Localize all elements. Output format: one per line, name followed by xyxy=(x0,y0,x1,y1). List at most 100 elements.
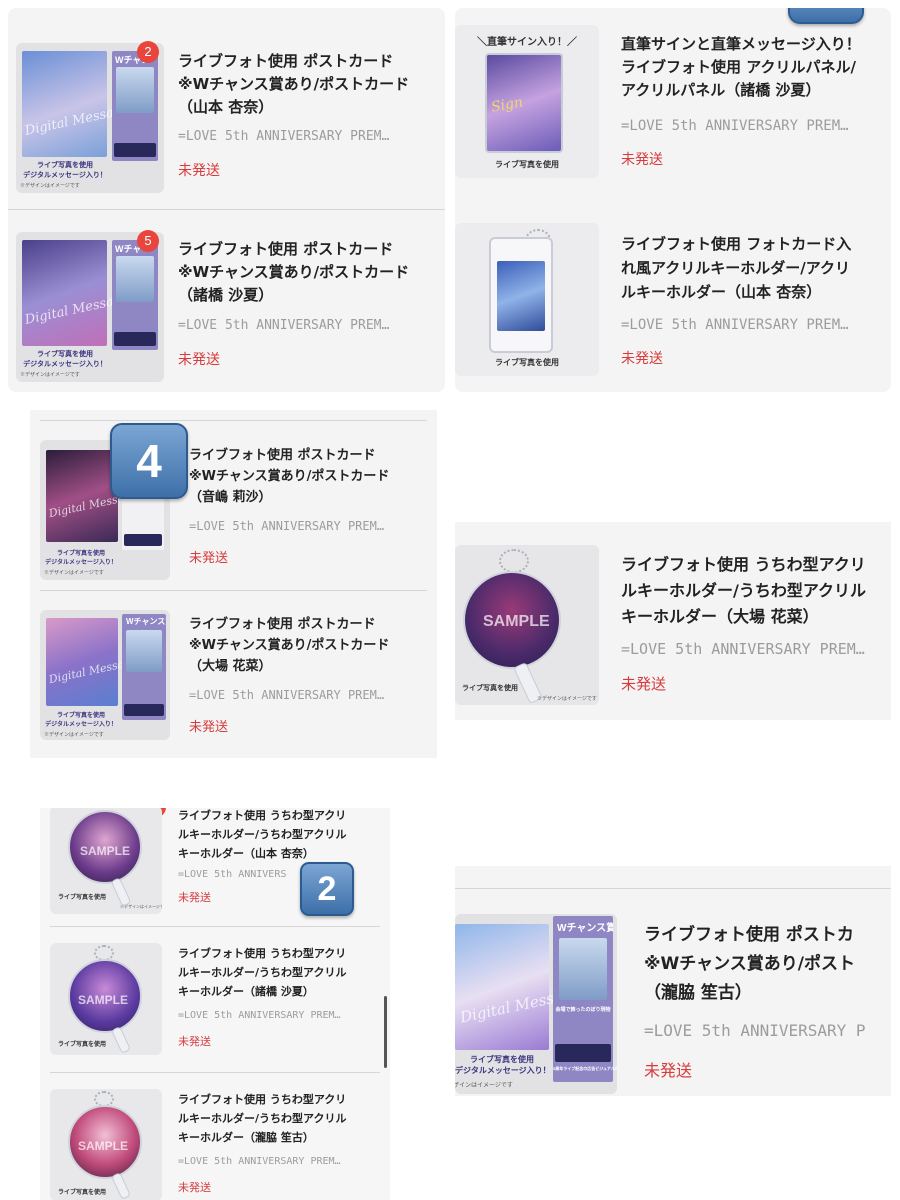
order-item[interactable]: SAMPLE ライブ写真を使用 ※デザインはイメージです ライブフォト使用 うち… xyxy=(40,808,390,926)
sample-watermark: SAMPLE xyxy=(78,993,129,1007)
item-subtitle: =LOVE 5th ANNIVERSARY PREM… xyxy=(178,129,390,144)
design-note: ※デザインはイメージです xyxy=(120,904,162,909)
item-subtitle: =LOVE 5th ANNIVERS xyxy=(178,869,287,880)
item-title[interactable]: ライブフォト使用 ポストカ ※Wチャンス賞あり/ポスト （瀧脇 笙古） xyxy=(644,921,855,1008)
product-thumbnail: ＼直筆サイン入り！／ Sign ライブ写真を使用 xyxy=(455,25,599,178)
notification-badge: 5 xyxy=(137,230,159,252)
postcard-photo xyxy=(455,924,549,1050)
item-title[interactable]: ライブフォト使用 フォトカード入 れ風アクリルキーホルダー/アクリ ルキーホルダ… xyxy=(621,232,851,304)
order-item[interactable]: Digital Message ライブ写真を使用 デジタルメッセージ入り！ ※デ… xyxy=(30,421,437,589)
sample-watermark: SAMPLE xyxy=(78,1139,129,1153)
chance-photo xyxy=(116,256,154,302)
item-title[interactable]: 直筆サインと直筆メッセージ入り！ ライブフォト使用 アクリルパネル/ アクリルパ… xyxy=(621,33,861,102)
product-thumbnail: Digital Message Wチャン ライブ写真を使用 デジタルメッセージ入… xyxy=(16,43,164,193)
item-title[interactable]: ライブフォト使用 うちわ型アクリ ルキーホルダー/うちわ型アクリル キーホルダー… xyxy=(178,808,346,863)
photo-caption: ライブ写真を使用 xyxy=(56,713,105,719)
keycap-2-emoji: 2 xyxy=(300,862,354,916)
keyring xyxy=(499,549,529,573)
item-subtitle: =LOVE 5th ANNIVERSARY PREM… xyxy=(189,519,385,533)
order-item[interactable]: SAMPLE ライブ写真を使用 ライブフォト使用 うちわ型アクリ ルキーホルダー… xyxy=(40,927,390,1072)
photo-caption-2: デジタルメッセージ入り！ xyxy=(23,172,107,179)
order-item[interactable]: Digital Message Wチャン ライブ写真を使用 デジタルメッセージ入… xyxy=(8,8,445,208)
chance-photo xyxy=(116,67,154,113)
shipping-status: 未発送 xyxy=(178,891,211,904)
poster-note: 5周年ライブ記念の広告ビジュアルのポスター xyxy=(553,1066,617,1071)
shipping-status: 未発送 xyxy=(178,352,220,368)
postcard-photo xyxy=(22,51,107,157)
chance-label: Wチャンス賞 xyxy=(557,923,613,934)
notification-badge: 2 xyxy=(137,41,159,63)
poster-thumb xyxy=(124,704,164,716)
photo-caption: ライブ写真を使用 xyxy=(495,358,559,367)
shipping-status: 未発送 xyxy=(621,351,663,367)
design-note: ※デザインはイメージです xyxy=(455,1083,513,1089)
order-item[interactable]: SAMPLE ライブ写真を使用 ※デザインはイメージです ライブフォト使用 うち… xyxy=(455,522,891,720)
photo-caption-2: デジタルメッセージ入り！ xyxy=(45,560,117,566)
product-thumbnail: Digital Message Wチャンス賞 ライブ写真を使用 デジタルメッセー… xyxy=(40,610,170,740)
chance-photo xyxy=(559,938,607,1000)
design-note: ※デザインはイメージです xyxy=(537,696,597,702)
product-thumbnail: SAMPLE ライブ写真を使用 ※デザインはイメージです xyxy=(455,545,599,705)
poster-thumb xyxy=(124,534,162,546)
item-title[interactable]: ライブフォト使用 ポストカード ※Wチャンス賞あり/ポストカード （諸橋 沙夏） xyxy=(178,238,409,307)
sample-watermark: SAMPLE xyxy=(80,844,131,858)
sample-watermark: SAMPLE xyxy=(483,613,550,630)
design-note: ※デザインはイメージです xyxy=(44,570,104,576)
order-item[interactable]: Digital Message Wチャンス賞 ライブ写真を使用 デジタルメッセー… xyxy=(30,591,437,758)
photo-caption: ライブ写真を使用 xyxy=(470,1055,534,1064)
product-thumbnail: ライブ写真を使用 xyxy=(455,223,599,376)
photo-caption-2: デジタルメッセージ入り！ xyxy=(455,1066,551,1075)
order-panel-postcards-2: Digital Message ライブ写真を使用 デジタルメッセージ入り！ ※デ… xyxy=(30,410,437,758)
item-subtitle: =LOVE 5th ANNIVERSARY PREM… xyxy=(178,318,390,333)
order-item[interactable]: Digital Message Wチャンス賞 会場で飾ったのぼり現物 5周年ライ… xyxy=(455,889,891,1096)
photo-caption: ライブ写真を使用 xyxy=(57,1190,106,1196)
item-title[interactable]: ライブフォト使用 ポストカード ※Wチャンス賞あり/ポストカード （大場 花菜） xyxy=(189,614,389,677)
photo-caption-2: デジタルメッセージ入り！ xyxy=(45,722,117,728)
shipping-status: 未発送 xyxy=(178,1035,211,1048)
poster-thumb xyxy=(114,332,156,346)
item-subtitle: =LOVE 5th ANNIVERSARY PREM… xyxy=(189,688,385,702)
item-title[interactable]: ライブフォト使用 うちわ型アクリ ルキーホルダー/うちわ型アクリル キーホルダー… xyxy=(178,1090,346,1147)
item-title[interactable]: ライブフォト使用 ポストカード ※Wチャンス賞あり/ポストカード （音嶋 莉沙） xyxy=(189,445,389,508)
product-thumbnail: SAMPLE ライブ写真を使用 ※デザインはイメージです xyxy=(50,808,162,914)
photo-caption: ライブ写真を使用 xyxy=(57,895,106,901)
design-note: ※デザインはイメージです xyxy=(44,732,104,738)
keychain-photo xyxy=(497,261,545,331)
item-subtitle: =LOVE 5th ANNIVERSARY PREM… xyxy=(621,640,865,658)
chance-photo xyxy=(126,630,162,672)
sign-caption: ＼直筆サイン入り！／ xyxy=(477,37,577,48)
venue-note: 会場で飾ったのぼり現物 xyxy=(555,1007,611,1013)
photo-caption: ライブ写真を使用 xyxy=(495,160,559,169)
order-item[interactable]: Digital Message Wチャ ライブ写真を使用 デジタルメッセージ入り… xyxy=(8,210,445,392)
product-thumbnail: Digital Message Wチャ ライブ写真を使用 デジタルメッセージ入り… xyxy=(16,232,164,382)
order-panel-acrylic: ＼直筆サイン入り！／ Sign ライブ写真を使用 直筆サインと直筆メッセージ入り… xyxy=(455,8,891,392)
item-subtitle: =LOVE 5th ANNIVERSARY P xyxy=(644,1021,866,1040)
item-title[interactable]: ライブフォト使用 ポストカード ※Wチャンス賞あり/ポストカード （山本 杏奈） xyxy=(178,50,409,119)
item-subtitle: =LOVE 5th ANNIVERSARY PREM… xyxy=(178,1010,341,1021)
item-subtitle: =LOVE 5th ANNIVERSARY PREM… xyxy=(178,1156,341,1167)
photo-caption-2: デジタルメッセージ入り！ xyxy=(23,361,107,368)
item-title[interactable]: ライブフォト使用 うちわ型アクリ ルキーホルダー/うちわ型アクリル キーホルダー… xyxy=(178,944,346,1001)
design-note: ※デザインはイメージです xyxy=(20,183,80,189)
shipping-status: 未発送 xyxy=(189,720,229,735)
item-subtitle: =LOVE 5th ANNIVERSARY PREM… xyxy=(621,118,849,134)
shipping-status: 未発送 xyxy=(621,152,663,168)
photo-caption: ライブ写真を使用 xyxy=(56,551,105,557)
chance-label: Wチャンス賞 xyxy=(126,617,166,626)
product-thumbnail: SAMPLE ライブ写真を使用 xyxy=(50,1089,162,1200)
order-panel-uchiwa-1: SAMPLE ライブ写真を使用 ※デザインはイメージです ライブフォト使用 うち… xyxy=(455,522,891,720)
order-item[interactable]: ＼直筆サイン入り！／ Sign ライブ写真を使用 直筆サインと直筆メッセージ入り… xyxy=(455,8,891,208)
shipping-status: 未発送 xyxy=(621,675,667,693)
scrollbar-thumb[interactable] xyxy=(384,996,387,1068)
item-title[interactable]: ライブフォト使用 うちわ型アクリ ルキーホルダー/うちわ型アクリル キーホルダー… xyxy=(621,552,866,630)
product-thumbnail: Digital Message Wチャンス賞 会場で飾ったのぼり現物 5周年ライ… xyxy=(455,914,617,1094)
order-panel-postcards-3: Digital Message Wチャンス賞 会場で飾ったのぼり現物 5周年ライ… xyxy=(455,866,891,1096)
order-item[interactable]: ライブ写真を使用 ライブフォト使用 フォトカード入 れ風アクリルキーホルダー/ア… xyxy=(455,208,891,392)
order-panel-uchiwa-2: SAMPLE ライブ写真を使用 ※デザインはイメージです ライブフォト使用 うち… xyxy=(40,808,390,1200)
poster-thumb xyxy=(114,143,156,157)
postcard-photo xyxy=(22,240,107,346)
order-item[interactable]: SAMPLE ライブ写真を使用 ライブフォト使用 うちわ型アクリ ルキーホルダー… xyxy=(40,1073,390,1200)
design-note: ※デザインはイメージです xyxy=(20,372,80,378)
order-panel-postcards-1: Digital Message Wチャン ライブ写真を使用 デジタルメッセージ入… xyxy=(8,8,445,392)
shipping-status: 未発送 xyxy=(178,163,220,179)
